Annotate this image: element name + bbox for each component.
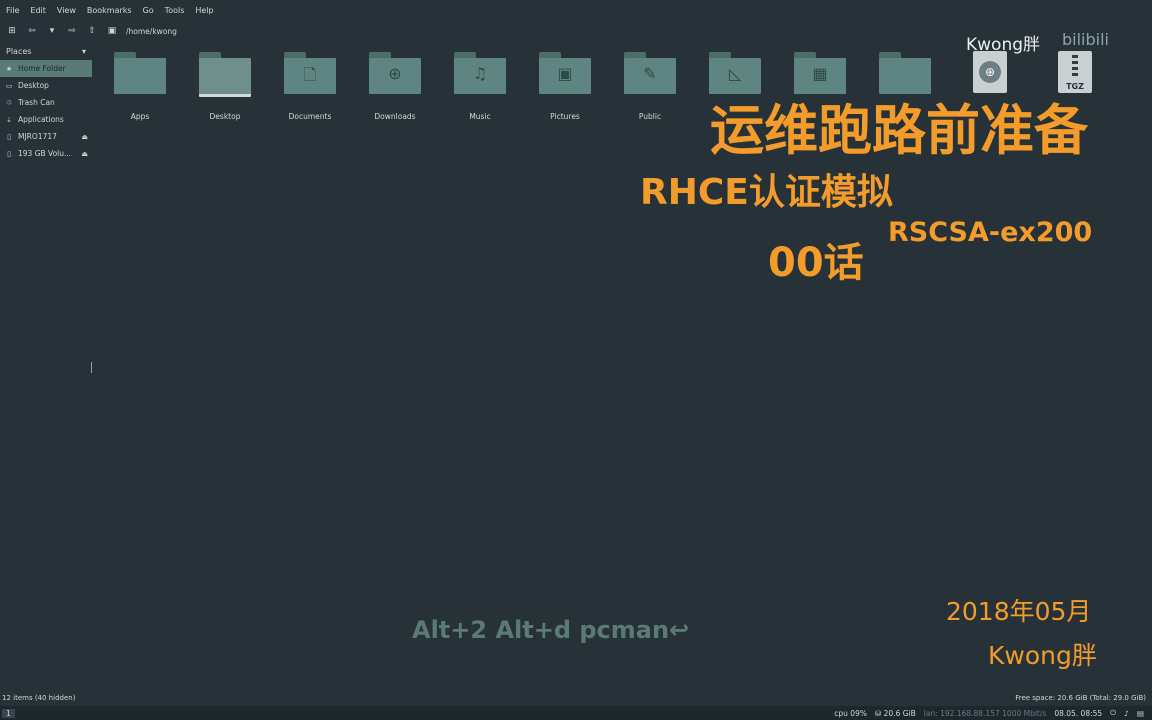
new-tab-icon[interactable]: ⊞ [4, 23, 20, 39]
video-author: Kwong胖 [988, 641, 1097, 670]
menu-help[interactable]: Help [195, 6, 213, 15]
sidebar-item-label: MJRO1717 [18, 132, 57, 141]
file-label: Documents [288, 112, 332, 121]
documents-folder-icon: 🗋 [284, 50, 336, 94]
menu-tools[interactable]: Tools [165, 6, 185, 15]
file-item[interactable]: Desktop [183, 48, 267, 124]
file-label: Apps [130, 112, 150, 121]
file-label: Public [638, 112, 662, 121]
back-icon[interactable]: ⇦ [24, 23, 40, 39]
desktop-icon: ▭ [5, 81, 13, 90]
sidebar-item-193-gb-volu[interactable]: ▯ 193 GB Volu... ⏏ [0, 145, 92, 162]
memory-indicator: ⛁ 20.6 GiB [874, 708, 916, 718]
cpu-indicator: cpu 09% [834, 708, 867, 718]
downloads-folder-icon: ⊕ [369, 50, 421, 94]
up-icon[interactable]: ⇧ [84, 23, 100, 39]
file-item[interactable]: Apps [98, 48, 182, 124]
sidebar-item-desktop[interactable]: ▭ Desktop [0, 77, 92, 94]
drive-icon: ▯ [7, 132, 11, 141]
chevron-down-icon[interactable]: ▾ [82, 47, 86, 56]
file-label: Downloads [374, 112, 416, 121]
video-date: 2018年05月 [946, 597, 1092, 626]
memory-value: 20.6 GiB [883, 708, 916, 718]
file-item[interactable]: ⊕ Downloads [353, 48, 437, 124]
sidebar-item-home-folder[interactable]: ★ Home Folder [0, 60, 92, 77]
sidebar-item-label: Applications [18, 115, 64, 124]
menu-go[interactable]: Go [143, 6, 154, 15]
brand-watermark: Kwong胖 [966, 35, 1041, 55]
workspace-indicator[interactable]: 1 [2, 708, 15, 718]
sidebar-item-label: Desktop [18, 81, 49, 90]
menu-bookmarks[interactable]: Bookmarks [87, 6, 132, 15]
drive-icon: ▯ [7, 149, 11, 158]
public-folder-icon: ✎ [624, 50, 676, 94]
file-label: Pictures [550, 112, 580, 121]
sidebar-item-label: Home Folder [18, 64, 66, 73]
sidebar-item-applications[interactable]: ⇣ Applications [0, 111, 92, 128]
free-space: Free space: 20.6 GiB (Total: 29.0 GiB) [1015, 694, 1146, 702]
desktop-folder-icon [199, 50, 251, 97]
path-bar[interactable]: /home/kwong [126, 27, 177, 36]
episode-label: 00话 [768, 240, 864, 286]
file-item[interactable]: 🗋 Documents [268, 48, 352, 124]
file-label: Music [469, 112, 491, 121]
home-icon[interactable]: ▣ [104, 23, 120, 39]
sidebar-item-trash-can[interactable]: ♲ Trash Can [0, 94, 92, 111]
menu-edit[interactable]: Edit [30, 6, 46, 15]
system-panel: 1 cpu 09% ⛁ 20.6 GiB lan: 192.168.88.157… [0, 706, 1152, 720]
video-title: 运维跑路前准备 [710, 99, 1088, 162]
home-icon: ★ [5, 64, 13, 73]
eject-icon[interactable]: ⏏ [81, 133, 88, 141]
pictures-folder-icon: ▣ [539, 50, 591, 94]
bilibili-logo: bilibili [1062, 30, 1109, 49]
item-count: 12 items (40 hidden) [2, 694, 76, 702]
exam-code: RSCSA-ex200 [888, 217, 1093, 248]
keyboard-hint: Alt+2 Alt+d pcman↩ [412, 616, 690, 644]
folder-icon [114, 50, 166, 94]
menu-file[interactable]: File [6, 6, 19, 15]
back-dropdown-icon[interactable]: ▾ [44, 23, 60, 39]
file-item[interactable]: ✎ Public [608, 48, 692, 124]
clock: 08.05. 08:55 [1054, 708, 1103, 718]
places-sidebar: Places ▾ ★ Home Folder ▭ Desktop ♲ Trash Can ⇣… [0, 42, 92, 682]
file-item[interactable]: ♫ Music [438, 48, 522, 124]
power-icon[interactable]: ⏻ [1110, 708, 1116, 718]
file-label: Desktop [209, 112, 241, 121]
menu-view[interactable]: View [57, 6, 76, 15]
applications-icon: ⇣ [6, 115, 12, 124]
sidebar-item-mjro1717[interactable]: ▯ MJRO1717 ⏏ [0, 128, 92, 145]
sidebar-item-label: Trash Can [18, 98, 55, 107]
forward-icon[interactable]: ⇨ [64, 23, 80, 39]
music-folder-icon: ♫ [454, 50, 506, 94]
places-header[interactable]: Places ▾ [0, 42, 92, 60]
volume-icon[interactable]: ♪ [1124, 709, 1129, 718]
network-tray-icon[interactable]: ▤ [1137, 709, 1144, 718]
network-indicator: lan: 192.168.88.157 1000 Mbit/s [923, 708, 1047, 718]
text-cursor [91, 362, 92, 373]
status-bar: 12 items (40 hidden) Free space: 20.6 Gi… [0, 694, 1152, 706]
places-heading: Places [6, 46, 32, 56]
menu-bar: File Edit View Bookmarks Go Tools Help [0, 0, 1152, 20]
file-item[interactable]: ▣ Pictures [523, 48, 607, 124]
eject-icon[interactable]: ⏏ [81, 150, 88, 158]
trash-icon: ♲ [5, 98, 13, 107]
sidebar-item-label: 193 GB Volu... [18, 149, 72, 158]
video-subtitle: RHCE认证模拟 [640, 172, 893, 213]
